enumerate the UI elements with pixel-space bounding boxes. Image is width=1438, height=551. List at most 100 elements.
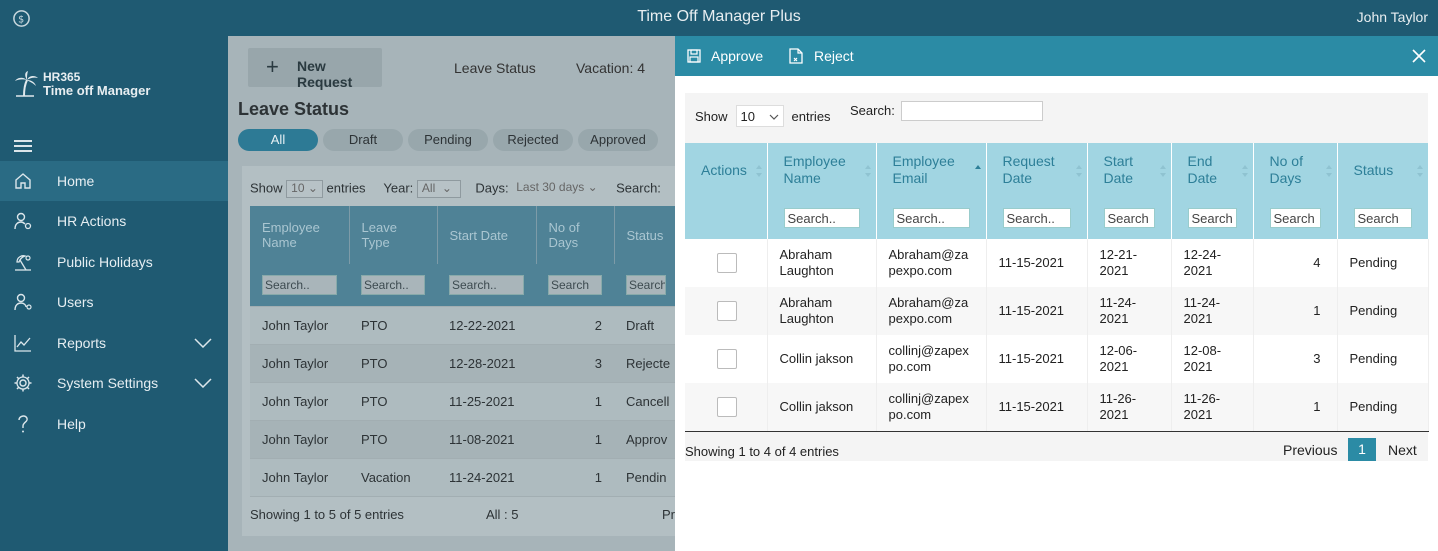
cell-status: Pending	[1337, 287, 1429, 335]
prev-link-clipped[interactable]: Pr	[662, 507, 675, 522]
sidebar-item-public-holidays[interactable]: Public Holidays	[0, 242, 228, 282]
chevron-down-icon	[769, 114, 778, 120]
tab-vacation[interactable]: Vacation: 4	[576, 60, 645, 76]
column-filter-input[interactable]: Search	[1269, 208, 1321, 228]
cell-status[interactable]: Pendin	[614, 458, 683, 497]
cell-leave-type: PTO	[349, 344, 437, 383]
filter-pill-pending[interactable]: Pending	[408, 129, 488, 151]
column-header-employee-name[interactable]: Employee Name	[767, 143, 877, 197]
entries-select[interactable]: 10	[735, 105, 784, 127]
column-header-label: No of Days	[1269, 153, 1303, 186]
tab-leave-status[interactable]: Leave Status	[454, 60, 536, 76]
hamburger-menu-icon[interactable]	[14, 140, 32, 152]
row-checkbox[interactable]	[717, 396, 737, 417]
sidebar-item-users[interactable]: Users	[0, 282, 228, 322]
search-input[interactable]	[901, 101, 1043, 121]
sidebar-item-home[interactable]: Home	[0, 161, 228, 201]
table-row[interactable]: Abraham Laughton Abraham@zapexpo.com 11-…	[685, 239, 1429, 287]
filter-pill-approved[interactable]: Approved	[578, 129, 658, 151]
column-filter-input[interactable]: Search	[1103, 208, 1155, 228]
cell-employee-name: John Taylor	[250, 382, 349, 421]
close-icon[interactable]	[1412, 49, 1426, 63]
cell-end-date: 11-24-2021	[1171, 287, 1254, 335]
column-filter-input[interactable]: Search..	[783, 208, 860, 228]
row-checkbox[interactable]	[717, 253, 737, 273]
table-row[interactable]: John Taylor PTO 12-22-2021 2 Draft	[250, 306, 683, 345]
cell-status[interactable]: Approv	[614, 420, 683, 459]
chevron-down-icon[interactable]	[194, 378, 212, 388]
table-row[interactable]: John Taylor PTO 12-28-2021 3 Rejecte	[250, 344, 683, 383]
show-select[interactable]: 10 ⌄	[286, 180, 323, 198]
days-select[interactable]: Last 30 days ⌄	[512, 180, 601, 198]
pagination-page-1[interactable]: 1	[1348, 438, 1376, 461]
cell-start-date: 11-25-2021	[437, 382, 536, 421]
column-header-request-date[interactable]: Request Date	[986, 143, 1088, 197]
column-header-start-date[interactable]: Start Date	[1087, 143, 1172, 197]
entries-select-value: 10	[740, 109, 755, 124]
new-request-button[interactable]: + New Request	[248, 48, 382, 90]
column-header-employee-email[interactable]: Employee Email	[876, 143, 987, 197]
cell-end-date: 12-08-2021	[1171, 335, 1254, 383]
column-header-end-date[interactable]: End Date	[1171, 143, 1254, 197]
entries-label: entries	[326, 180, 366, 196]
sidebar-item-hr-actions[interactable]: HR Actions	[0, 201, 228, 241]
approve-button[interactable]: Approve	[687, 36, 763, 76]
table-row[interactable]: John Taylor PTO 11-25-2021 1 Cancell	[250, 382, 683, 421]
column-header[interactable]: Leave Type	[349, 206, 438, 264]
column-search-input[interactable]: Search	[548, 274, 602, 295]
column-search-input[interactable]: Search..	[262, 274, 337, 295]
table-row[interactable]: Abraham Laughton Abraham@zapexpo.com 11-…	[685, 287, 1429, 335]
year-select[interactable]: All ⌄	[416, 180, 461, 198]
filter-pill-draft[interactable]: Draft	[323, 129, 403, 151]
days-select-value: Last 30 days	[516, 180, 585, 194]
reject-button[interactable]: Reject	[788, 36, 854, 76]
pagination-next[interactable]: Next	[1388, 442, 1417, 458]
column-header-label: Start Date	[1103, 153, 1134, 186]
column-search-input[interactable]: Search..	[449, 274, 524, 295]
row-checkbox[interactable]	[717, 301, 737, 321]
length-control: Show 10 entries	[695, 105, 831, 127]
filter-pill-rejected[interactable]: Rejected	[493, 129, 573, 151]
column-header-no-of-days[interactable]: No of Days	[1253, 143, 1338, 197]
cell-employee-name: John Taylor	[250, 344, 349, 383]
column-search-input[interactable]: Search	[626, 274, 666, 295]
column-filter-input[interactable]: Search..	[1002, 208, 1071, 228]
cell-start-date: 12-22-2021	[437, 306, 536, 345]
sidebar-item-system-settings[interactable]: System Settings	[0, 363, 228, 403]
column-header[interactable]: Employee Name	[250, 206, 350, 264]
cell-request-date: 11-15-2021	[986, 335, 1088, 383]
save-icon	[687, 49, 701, 63]
column-header[interactable]: No of Days	[536, 206, 615, 264]
column-filter-input[interactable]: Search..	[892, 208, 970, 228]
table-row[interactable]: John Taylor PTO 11-08-2021 1 Approv	[250, 420, 683, 459]
column-header[interactable]: Status	[614, 206, 683, 264]
cell-end-date: 11-26-2021	[1171, 383, 1254, 432]
column-filter-input[interactable]: Search	[1353, 208, 1412, 228]
days-label: Days:	[475, 180, 509, 196]
pagination-previous[interactable]: Previous	[1283, 442, 1337, 458]
cell-leave-type: PTO	[349, 306, 437, 345]
cell-days: 4	[1253, 239, 1338, 287]
column-header-actions[interactable]: Actions	[685, 143, 768, 197]
column-filter-input[interactable]: Search	[1187, 208, 1237, 228]
cell-status[interactable]: Draft	[614, 306, 683, 345]
chevron-down-icon[interactable]	[194, 338, 212, 348]
document-icon	[789, 48, 803, 64]
user-name[interactable]: John Taylor	[1357, 9, 1428, 25]
row-checkbox[interactable]	[717, 349, 737, 369]
cell-status[interactable]: Rejecte	[614, 344, 683, 383]
sidebar-item-help[interactable]: Help	[0, 404, 228, 444]
sidebar-item-reports[interactable]: Reports	[0, 323, 228, 363]
column-search-input[interactable]: Search..	[361, 274, 425, 295]
table-row[interactable]: Collin jakson collinj@zapexpo.com 11-15-…	[685, 335, 1429, 383]
table-row[interactable]: John Taylor Vacation 11-24-2021 1 Pendin	[250, 458, 683, 497]
column-header-status[interactable]: Status	[1337, 143, 1429, 197]
cell-employee-name: John Taylor	[250, 420, 349, 459]
filter-pill-all[interactable]: All	[238, 129, 318, 151]
cell-status[interactable]: Cancell	[614, 382, 683, 421]
approve-label: Approve	[711, 48, 764, 64]
cell-leave-type: Vacation	[349, 458, 437, 497]
column-header[interactable]: Start Date	[437, 206, 537, 264]
sort-icon	[1241, 165, 1248, 177]
table-row[interactable]: Collin jakson collinj@zapexpo.com 11-15-…	[685, 383, 1429, 432]
